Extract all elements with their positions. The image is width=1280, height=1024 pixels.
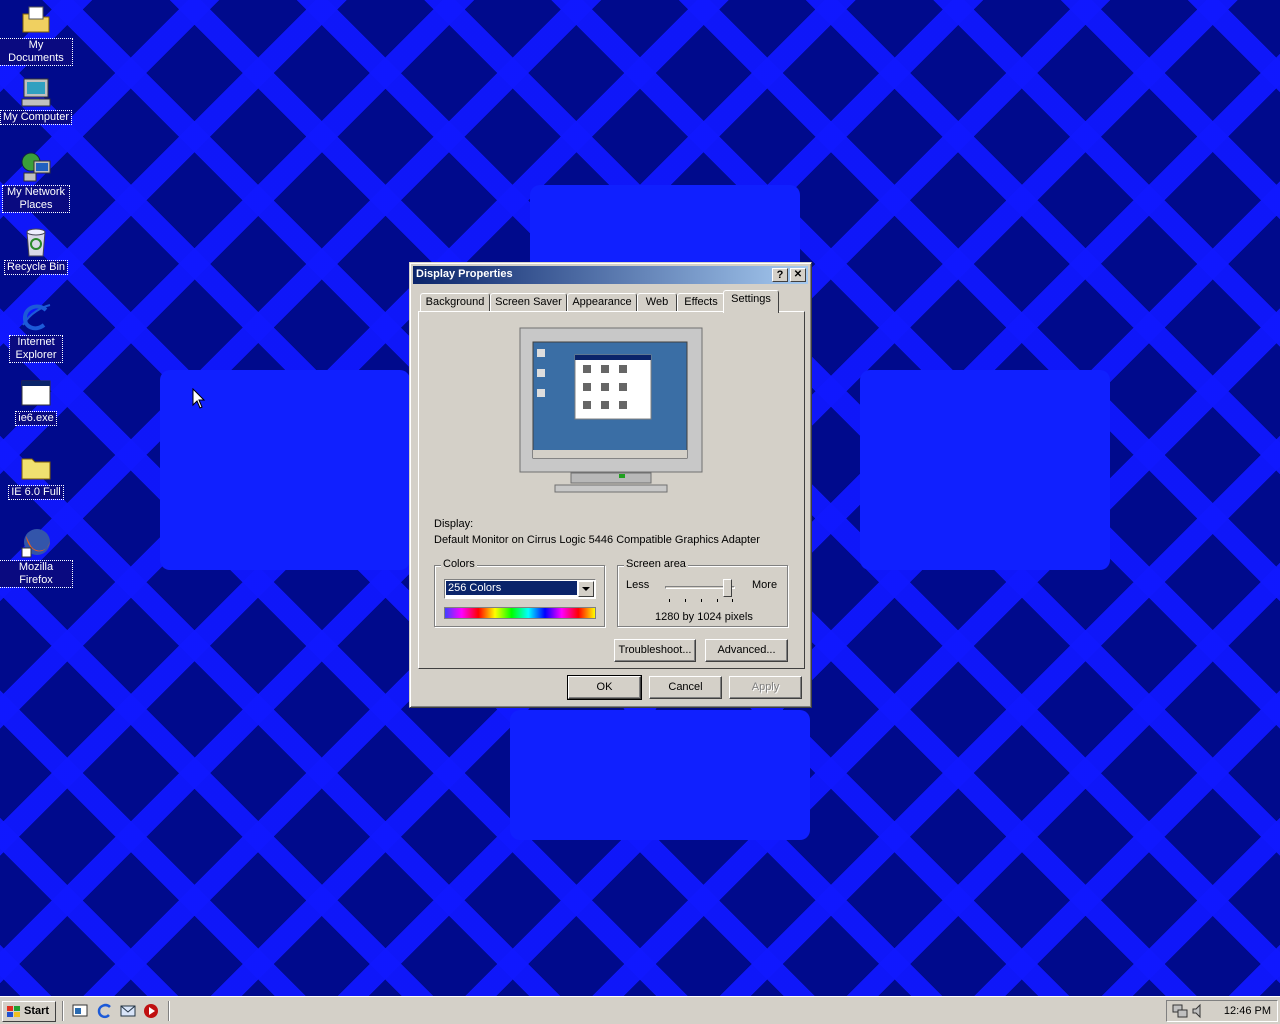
wallpaper-blob: [510, 710, 810, 840]
colors-selected-value: 256 Colors: [446, 581, 577, 595]
desktop-icon-internet-explorer[interactable]: Internet Explorer: [0, 301, 72, 363]
firefox-icon: [20, 526, 52, 558]
internet-explorer-icon[interactable]: [97, 1003, 113, 1019]
show-desktop-icon[interactable]: [72, 1003, 88, 1019]
system-tray: 12:46 PM: [1166, 1000, 1278, 1022]
mouse-cursor-icon: [192, 387, 206, 413]
desktop-icon-my-computer[interactable]: My Computer: [0, 76, 73, 125]
desktop-icon-label: Internet Explorer: [9, 335, 63, 363]
color-spectrum-bar: [444, 607, 596, 619]
network-status-icon[interactable]: [1172, 1003, 1188, 1019]
tab-background[interactable]: Background: [420, 293, 490, 311]
colors-group: Colors 256 Colors: [434, 558, 605, 627]
desktop-icon-ie6-exe[interactable]: ie6.exe: [0, 377, 72, 426]
settings-panel: Display: Default Monitor on Cirrus Logic…: [418, 311, 805, 669]
colors-group-label: Colors: [441, 558, 477, 570]
taskbar-separator: [62, 1001, 64, 1021]
display-properties-dialog: Display Properties ? ✕ Background Screen…: [409, 262, 812, 708]
desktop-icon-label: My Documents: [0, 38, 73, 66]
slider-less-label: Less: [626, 579, 650, 591]
outlook-icon[interactable]: [120, 1003, 136, 1019]
dialog-titlebar[interactable]: Display Properties ? ✕: [413, 266, 808, 284]
tab-web[interactable]: Web: [637, 293, 677, 311]
desktop-icon-my-documents[interactable]: My Documents: [0, 4, 73, 66]
desktop-icon-firefox[interactable]: Mozilla Firefox: [0, 526, 73, 588]
screen-area-group: Screen area Less More 1280 by 1024 pixel…: [617, 558, 788, 627]
colors-dropdown[interactable]: 256 Colors: [444, 579, 596, 599]
desktop-icon-label: My Computer: [0, 110, 73, 125]
slider-ticks: [669, 599, 733, 602]
taskbar: Start 12:46 PM: [0, 996, 1280, 1024]
display-label: Display:: [434, 518, 474, 530]
windows-logo-icon: [7, 1006, 20, 1017]
desktop-icon-ie6-full[interactable]: IE 6.0 Full: [0, 451, 72, 500]
help-button[interactable]: ?: [772, 268, 788, 282]
screen-area-group-label: Screen area: [624, 558, 688, 570]
internet-explorer-icon: [20, 301, 52, 333]
apply-button[interactable]: Apply: [729, 676, 802, 699]
wallpaper-blob: [860, 370, 1110, 570]
network-places-icon: [20, 151, 52, 183]
desktop-icon-label: Mozilla Firefox: [0, 560, 73, 588]
desktop-icon-label: My Network Places: [2, 185, 70, 213]
start-button[interactable]: Start: [2, 1001, 56, 1022]
chevron-down-icon: [582, 587, 590, 591]
desktop-icon-recycle-bin[interactable]: Recycle Bin: [0, 226, 72, 275]
tab-settings[interactable]: Settings: [723, 290, 779, 313]
troubleshoot-button[interactable]: Troubleshoot...: [614, 639, 696, 662]
tab-appearance[interactable]: Appearance: [567, 293, 637, 311]
resolution-slider-track[interactable]: [665, 579, 735, 597]
resolution-text: 1280 by 1024 pixels: [655, 611, 753, 623]
ok-button[interactable]: OK: [567, 675, 642, 700]
cancel-button[interactable]: Cancel: [649, 676, 722, 699]
exe-window-icon: [20, 377, 52, 409]
desktop-icon-label: ie6.exe: [15, 411, 57, 426]
recycle-bin-icon: [20, 226, 52, 258]
monitor-preview: [519, 327, 703, 497]
start-label: Start: [24, 1005, 50, 1017]
tab-effects[interactable]: Effects: [677, 293, 725, 311]
dialog-title: Display Properties: [416, 268, 513, 280]
desktop-icon-label: IE 6.0 Full: [8, 485, 64, 500]
advanced-button[interactable]: Advanced...: [705, 639, 788, 662]
taskbar-separator: [168, 1001, 170, 1021]
media-player-icon[interactable]: [143, 1003, 159, 1019]
my-computer-icon: [20, 76, 52, 108]
tab-screen-saver[interactable]: Screen Saver: [490, 293, 567, 311]
slider-more-label: More: [752, 579, 778, 591]
desktop-icon-label: Recycle Bin: [3, 260, 69, 275]
dropdown-arrow-button[interactable]: [578, 581, 594, 597]
display-value: Default Monitor on Cirrus Logic 5446 Com…: [434, 534, 760, 546]
folder-icon: [20, 451, 52, 483]
volume-icon[interactable]: [1191, 1003, 1207, 1019]
clock[interactable]: 12:46 PM: [1224, 1005, 1271, 1017]
desktop-icon-network-places[interactable]: My Network Places: [0, 151, 72, 213]
resolution-slider-thumb[interactable]: [723, 579, 732, 597]
my-documents-icon: [20, 4, 52, 36]
close-button[interactable]: ✕: [790, 268, 806, 282]
